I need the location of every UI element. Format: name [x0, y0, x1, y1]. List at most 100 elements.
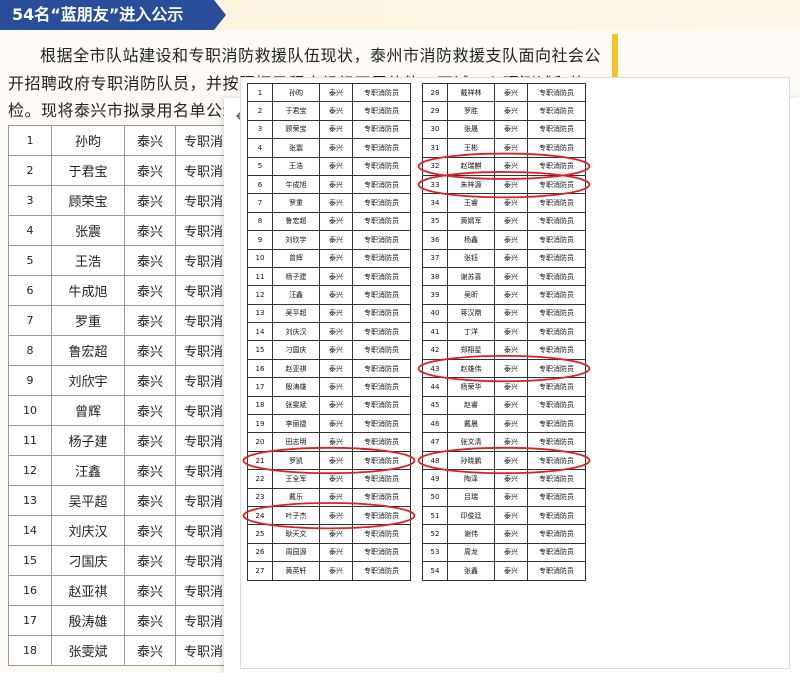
row-name: 戴乐	[272, 487, 320, 507]
row-place: 泰兴	[494, 303, 528, 324]
row-name: 戴晨	[447, 414, 495, 434]
row-place: 泰兴	[319, 487, 353, 507]
column-gap	[410, 212, 423, 231]
column-gap	[410, 193, 423, 213]
row-number: 13	[8, 485, 52, 516]
row-number: 4	[8, 215, 52, 246]
row-name: 孙昀	[272, 82, 320, 103]
row-name: 汪鑫	[51, 455, 125, 486]
row-number: 39	[422, 285, 448, 305]
row-name: 黄英轩	[272, 561, 320, 581]
row-place: 泰兴	[124, 545, 176, 576]
row-place: 泰兴	[124, 125, 176, 156]
row-place: 泰兴	[124, 185, 176, 216]
row-name: 张鑫	[447, 561, 495, 581]
row-name: 王彬	[447, 138, 495, 158]
row-name: 张钰	[447, 248, 495, 268]
row-name: 罗凯	[272, 450, 320, 471]
row-name: 刁国庆	[51, 545, 125, 576]
row-name: 王睿	[447, 193, 495, 213]
row-number: 33	[422, 174, 448, 195]
row-number: 20	[247, 432, 273, 452]
row-number: 40	[422, 303, 448, 324]
row-role: 专职消防员	[527, 432, 586, 452]
row-number: 36	[422, 230, 448, 250]
row-role: 专职消防员	[527, 542, 586, 563]
table-row: 4 张震 泰兴 专职消防员 31 王彬 泰兴 专职消防员	[247, 138, 586, 158]
row-role: 专职消防员	[352, 211, 411, 232]
table-row: 11 杨子建 泰兴 专职消防员 38 谢苏喜 泰兴 专职消防员	[247, 266, 586, 287]
row-number: 24	[247, 505, 273, 526]
column-gap	[410, 83, 423, 102]
row-number: 16	[8, 575, 52, 606]
row-place: 泰兴	[319, 469, 353, 489]
table-row: 12 汪鑫 泰兴 专职消防员 39 吴昕 泰兴 专职消防员	[247, 285, 586, 305]
column-gap	[410, 469, 423, 489]
row-name: 耿天文	[272, 524, 320, 544]
row-name: 戴祥林	[447, 82, 495, 103]
row-role: 专职消防员	[352, 138, 411, 158]
row-number: 17	[8, 605, 52, 636]
column-gap	[410, 101, 423, 121]
column-gap	[410, 506, 423, 525]
row-number: 6	[247, 174, 273, 195]
row-number: 44	[422, 377, 448, 397]
row-place: 泰兴	[319, 101, 353, 121]
row-name: 杨荣华	[447, 377, 495, 397]
row-number: 15	[8, 545, 52, 576]
row-number: 10	[8, 395, 52, 426]
row-name: 黄婿军	[447, 211, 495, 232]
row-place: 泰兴	[124, 365, 176, 396]
table-row: 17 殷涛雄 泰兴 专职消防员 44 杨荣华 泰兴 专职消防员	[247, 377, 586, 397]
row-name: 刘庆汉	[272, 322, 320, 342]
row-role: 专职消防员	[352, 432, 411, 452]
row-name: 罗胜	[447, 101, 495, 121]
row-number: 3	[8, 185, 52, 216]
table-row: 23 戴乐 泰兴 专职消防员 50 吕瑞 泰兴 专职消防员	[247, 487, 586, 507]
row-number: 31	[422, 138, 448, 158]
row-role: 专职消防员	[527, 303, 586, 324]
row-number: 28	[422, 82, 448, 103]
row-number: 38	[422, 266, 448, 287]
row-name: 殷涛雄	[272, 377, 320, 397]
row-name: 曾辉	[272, 248, 320, 268]
document-image: 1 孙昀 泰兴 专职消防员 28 戴祥林 泰兴 专职消防员 2 于君宝 泰兴 专职消防员 29 罗胜 泰兴专…	[240, 77, 790, 669]
row-role: 专职消防员	[352, 561, 411, 581]
row-role: 专职消防员	[352, 82, 411, 103]
row-role: 专职消防员	[352, 248, 411, 268]
row-role: 专职消防员	[352, 303, 411, 324]
table-row: 24 叶子杰 泰兴 专职消防员 51 印俊廷 泰兴 专职消防员	[247, 505, 586, 526]
row-role: 专职消防员	[527, 230, 586, 250]
row-name: 张雯斌	[51, 635, 125, 666]
table-row: 18 张雯斌 泰兴 专职消防员 45 赵睿 泰兴 专职消防员	[247, 395, 586, 416]
row-number: 17	[247, 377, 273, 397]
row-name: 朱梓源	[447, 174, 495, 195]
row-number: 46	[422, 414, 448, 434]
row-role: 专职消防员	[352, 358, 411, 379]
row-role: 专职消防员	[527, 395, 586, 416]
row-number: 48	[422, 450, 448, 471]
row-place: 泰兴	[319, 450, 353, 471]
row-role: 专职消防员	[527, 561, 586, 581]
row-role: 专职消防员	[352, 193, 411, 213]
row-name: 顾荣宝	[51, 185, 125, 216]
row-place: 泰兴	[319, 561, 353, 581]
row-place: 泰兴	[494, 450, 528, 471]
row-name: 吴平超	[272, 303, 320, 324]
column-gap	[410, 396, 423, 415]
row-role: 专职消防员	[352, 156, 411, 176]
table-row: 26 周园源 泰兴 专职消防员 53 周龙 泰兴 专职消防员	[247, 542, 586, 563]
row-place: 泰兴	[494, 82, 528, 103]
row-place: 泰兴	[124, 395, 176, 426]
row-place: 泰兴	[494, 469, 528, 489]
row-number: 5	[247, 156, 273, 176]
row-place: 泰兴	[494, 266, 528, 287]
row-role: 专职消防员	[527, 101, 586, 121]
row-place: 泰兴	[494, 322, 528, 342]
row-name: 牛成旭	[51, 275, 125, 306]
row-name: 王浩	[272, 156, 320, 176]
row-number: 41	[422, 322, 448, 342]
row-name: 印俊廷	[447, 505, 495, 526]
row-place: 泰兴	[319, 82, 353, 103]
column-gap	[410, 543, 423, 562]
